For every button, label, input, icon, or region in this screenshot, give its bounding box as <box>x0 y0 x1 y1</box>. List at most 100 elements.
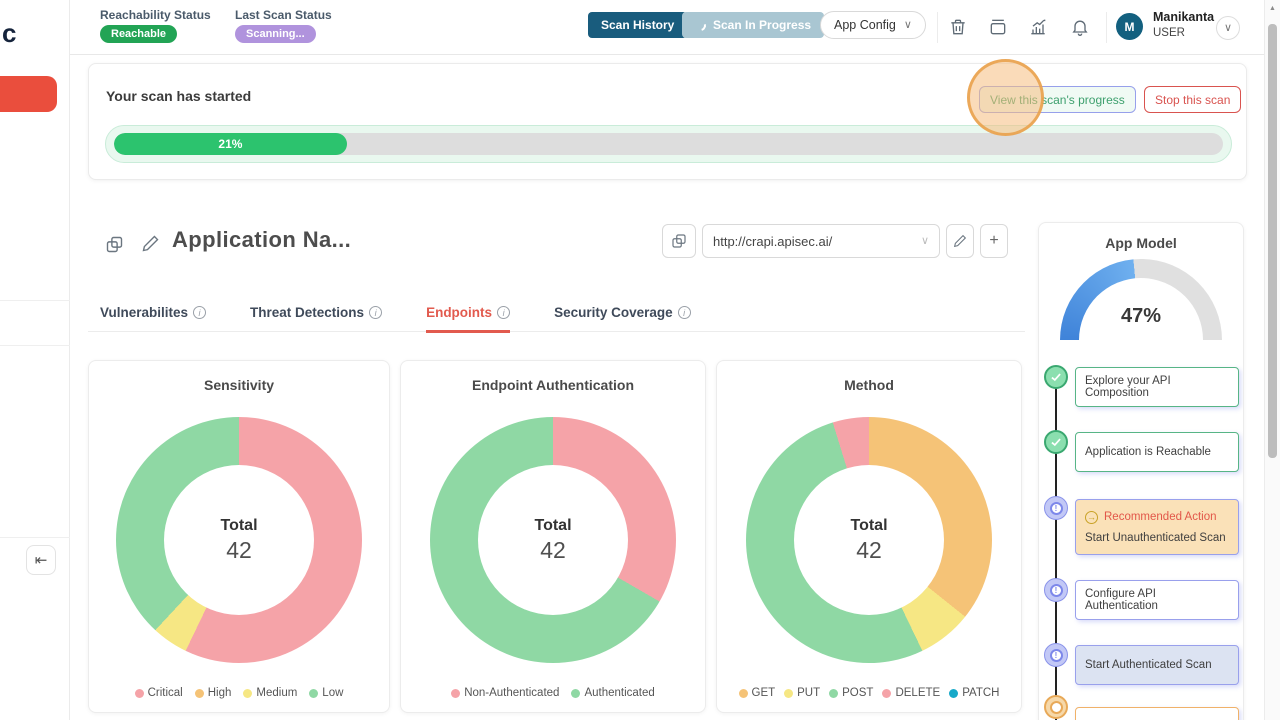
tab-label: Vulnerabilites <box>100 305 188 320</box>
step-explore-api[interactable]: Explore your API Composition <box>1075 367 1239 407</box>
legend-item[interactable]: GET <box>739 687 776 699</box>
tab-label: Endpoints <box>426 305 492 320</box>
divider <box>0 345 70 346</box>
edit-url-icon[interactable] <box>946 224 974 258</box>
total-label: Total <box>220 517 257 535</box>
legend-item[interactable]: PUT <box>784 687 820 699</box>
app-config-dropdown[interactable]: App Config ∨ <box>820 11 926 39</box>
url-select[interactable]: http://crapi.apisec.ai/ ∨ <box>702 224 940 258</box>
step-app-reachable[interactable]: Application is Reachable <box>1075 432 1239 472</box>
tab-vulnerabilites[interactable]: Vulnerabilites i <box>100 294 206 332</box>
sidebar-collapse-button[interactable]: ⇤ <box>26 545 56 575</box>
url-toolbar: http://crapi.apisec.ai/ ∨ + <box>662 224 1008 258</box>
bell-icon[interactable] <box>1070 17 1090 37</box>
scan-history-button[interactable]: Scan History <box>588 12 687 38</box>
spinner-icon <box>693 17 708 32</box>
info-icon[interactable]: i <box>497 306 510 319</box>
circle-icon <box>1050 701 1063 714</box>
donut-center: Total 42 <box>794 465 944 615</box>
trash-icon[interactable] <box>948 17 968 37</box>
chart-title: Method <box>717 377 1021 393</box>
scan-in-progress-button[interactable]: Scan In Progress <box>682 12 824 38</box>
scroll-up-icon[interactable]: ▲ <box>1265 5 1280 12</box>
legend-item[interactable]: POST <box>829 687 873 699</box>
total-label: Total <box>850 517 887 535</box>
add-url-icon[interactable]: + <box>980 224 1008 258</box>
chart-legend: GET PUT POST DELETE PATCH <box>717 687 1021 699</box>
divider <box>0 537 70 538</box>
scan-history-label: Scan History <box>601 18 674 32</box>
legend-item[interactable]: DELETE <box>882 687 940 699</box>
step-pending-icon: ! <box>1044 578 1068 602</box>
legend-item[interactable]: Non-Authenticated <box>451 687 559 699</box>
progress-fill: 21% <box>114 133 347 155</box>
step-done-icon <box>1044 365 1068 389</box>
info-icon[interactable]: i <box>369 306 382 319</box>
last-scan-status-badge: Scanning... <box>235 25 316 43</box>
endpoint-auth-chart-card: Endpoint Authentication Total 42 Non-Aut… <box>400 360 706 713</box>
exclamation-icon: ! <box>1050 584 1063 597</box>
legend-dot <box>829 689 838 698</box>
step-configure-auth[interactable]: Configure API Authentication <box>1075 580 1239 620</box>
legend-label: Non-Authenticated <box>464 687 559 699</box>
app-config-label: App Config <box>834 18 896 32</box>
legend-item[interactable]: Low <box>309 687 343 699</box>
step-pending-icon: ! <box>1044 496 1068 520</box>
view-scan-progress-button[interactable]: View this scan's progress <box>979 86 1136 113</box>
user-role: USER <box>1153 27 1185 39</box>
user-menu-button[interactable]: ∨ <box>1216 16 1240 40</box>
app-model-gauge: 47% <box>1060 259 1222 341</box>
sidebar-active-item[interactable] <box>0 76 57 112</box>
legend-dot <box>739 689 748 698</box>
arrow-right-icon: → <box>1085 511 1098 524</box>
avatar-initial: M <box>1125 20 1135 34</box>
info-icon[interactable]: i <box>678 306 691 319</box>
legend-item[interactable]: Medium <box>243 687 297 699</box>
collapse-left-icon: ⇤ <box>35 551 48 569</box>
donut-center: Total 42 <box>164 465 314 615</box>
legend-item[interactable]: PATCH <box>949 687 999 699</box>
tab-threat-detections[interactable]: Threat Detections i <box>250 294 382 332</box>
scrollbar-thumb[interactable] <box>1268 24 1277 458</box>
exclamation-icon: ! <box>1050 502 1063 515</box>
step-start-unauth-scan[interactable]: → Recommended Action Start Unauthenticat… <box>1075 499 1239 555</box>
method-chart-card: Method Total 42 GET PUT POST DELETE PATC… <box>716 360 1022 713</box>
plus-icon: + <box>989 232 998 250</box>
app-root: c ⇤ Reachability Status Reachable Last S… <box>0 0 1280 720</box>
legend-label: GET <box>752 687 776 699</box>
step-pending-icon: ! <box>1044 643 1068 667</box>
legend-label: POST <box>842 687 873 699</box>
step-partial-card[interactable] <box>1075 707 1239 720</box>
analytics-chart-icon[interactable] <box>1028 17 1048 37</box>
legend-item[interactable]: Critical <box>135 687 183 699</box>
total-value: 42 <box>540 537 566 564</box>
tab-endpoints[interactable]: Endpoints i <box>426 294 510 332</box>
endpoint-auth-donut-chart: Total 42 <box>430 417 676 663</box>
tab-security-coverage[interactable]: Security Coverage i <box>554 294 691 332</box>
edit-pencil-icon[interactable] <box>140 233 161 254</box>
legend-label: Low <box>322 687 343 699</box>
archive-icon[interactable] <box>988 17 1008 37</box>
user-avatar[interactable]: M <box>1116 13 1143 40</box>
chevron-down-icon: ∨ <box>921 236 929 247</box>
progress-track: 21% <box>114 133 1223 155</box>
sensitivity-donut-chart: Total 42 <box>116 417 362 663</box>
last-scan-status-label: Last Scan Status <box>235 8 332 22</box>
gauge-percent-label: 47% <box>1060 305 1222 328</box>
legend-item[interactable]: Authenticated <box>571 687 654 699</box>
copy-icon[interactable] <box>104 234 125 255</box>
stop-scan-button[interactable]: Stop this scan <box>1144 86 1241 113</box>
legend-dot <box>949 689 958 698</box>
legend-item[interactable]: High <box>195 687 232 699</box>
step-start-auth-scan[interactable]: Start Authenticated Scan <box>1075 645 1239 685</box>
vertical-scrollbar: ▲ <box>1264 0 1280 720</box>
copy-url-icon[interactable] <box>662 224 696 258</box>
recommended-action: → Recommended Action <box>1085 511 1217 524</box>
timeline-line <box>1055 377 1057 720</box>
legend-dot <box>882 689 891 698</box>
url-value: http://crapi.apisec.ai/ <box>713 234 832 249</box>
divider <box>0 300 70 301</box>
legend-label: DELETE <box>895 687 940 699</box>
info-icon[interactable]: i <box>193 306 206 319</box>
tab-label: Security Coverage <box>554 305 673 320</box>
